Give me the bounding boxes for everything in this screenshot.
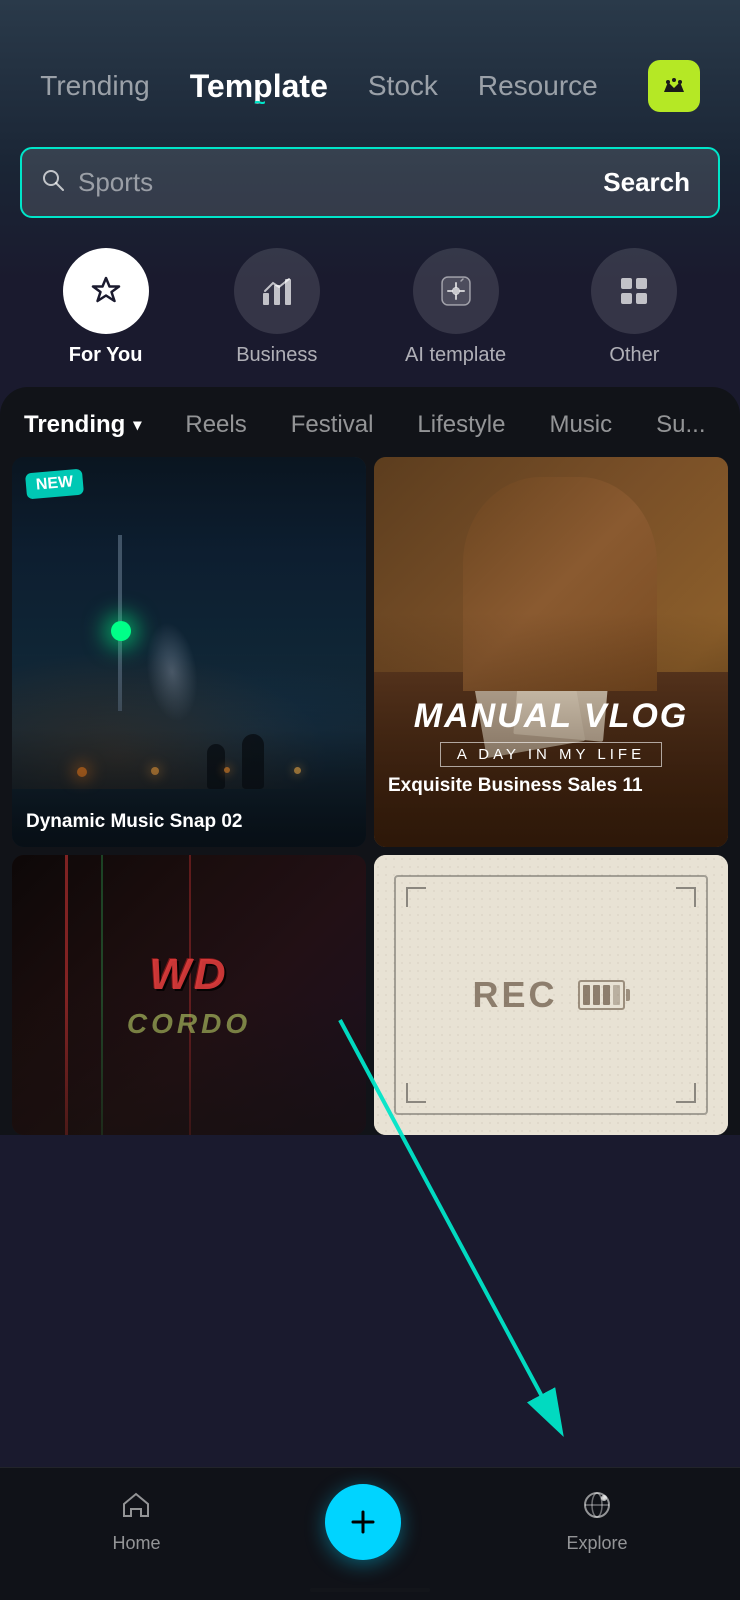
category-other[interactable]: Other <box>591 248 677 367</box>
category-ai-template[interactable]: AI template <box>405 248 506 367</box>
crown-icon[interactable] <box>648 60 700 112</box>
rec-frame: REC <box>394 875 708 1115</box>
battery-bar-1 <box>583 985 590 1005</box>
battery-bar-3 <box>603 985 610 1005</box>
category-business[interactable]: Business <box>234 248 320 367</box>
vlog-text-overlay: MANUAL VLOG A DAY IN MY LIFE <box>374 697 728 767</box>
corner-tr <box>676 887 696 907</box>
sub-nav-trending[interactable]: Trending ▾ <box>24 411 163 439</box>
nav-item-trending[interactable]: Trending <box>40 70 149 102</box>
vlog-sub-title: A DAY IN MY LIFE <box>440 742 662 767</box>
top-navigation: Trending Template Stock Resource <box>0 0 740 132</box>
graffiti-text-top: WD <box>149 950 228 1000</box>
template-title-vlog: Exquisite Business Sales 11 <box>388 775 714 797</box>
sub-nav-more[interactable]: Su... <box>634 411 727 439</box>
nav-item-resource[interactable]: Resource <box>478 70 598 102</box>
search-input[interactable] <box>78 149 575 216</box>
home-label: Home <box>112 1533 160 1554</box>
vlog-main-title: MANUAL VLOG <box>374 697 728 736</box>
category-for-you[interactable]: For You <box>63 248 149 367</box>
corner-bl <box>406 1083 426 1103</box>
sub-navigation: Trending ▾ Reels Festival Lifestyle Musi… <box>0 387 740 457</box>
template-card-rec[interactable]: REC <box>374 855 728 1135</box>
template-title-city: Dynamic Music Snap 02 <box>26 811 352 833</box>
battery-bar-2 <box>593 985 600 1005</box>
sub-nav-lifestyle[interactable]: Lifestyle <box>395 411 527 439</box>
search-bar[interactable]: Search <box>20 147 720 218</box>
ai-template-label: AI template <box>405 344 506 367</box>
nav-item-stock[interactable]: Stock <box>368 70 438 102</box>
home-button[interactable]: Home <box>112 1490 160 1554</box>
nav-item-template[interactable]: Template <box>190 68 328 105</box>
explore-icon <box>582 1490 612 1527</box>
category-bar: For You Business AI template <box>0 238 740 387</box>
for-you-label: For You <box>69 344 143 367</box>
explore-label: Explore <box>566 1533 627 1554</box>
other-label: Other <box>609 344 659 367</box>
bottom-navigation: Home Explore <box>0 1467 740 1600</box>
battery-tip <box>626 989 630 1001</box>
template-card-city[interactable]: NEW Dynamic Music Snap 02 <box>12 457 366 847</box>
template-card-vlog[interactable]: MANUAL VLOG A DAY IN MY LIFE Exquisite B… <box>374 457 728 847</box>
template-grid: NEW Dynamic Music Snap 02 MANUAL VLOG A … <box>0 457 740 1135</box>
sub-nav-music[interactable]: Music <box>527 411 634 439</box>
battery-bar-4 <box>613 985 620 1005</box>
business-label: Business <box>236 344 317 367</box>
card-gradient-overlay <box>12 457 366 847</box>
dropdown-arrow-icon: ▾ <box>133 415 141 435</box>
sub-nav-reels[interactable]: Reels <box>163 411 268 439</box>
search-button[interactable]: Search <box>575 149 718 216</box>
search-icon <box>22 151 78 215</box>
rec-inner: REC <box>472 974 629 1016</box>
sub-nav-festival[interactable]: Festival <box>269 411 396 439</box>
corner-tl <box>406 887 426 907</box>
new-badge: NEW <box>25 469 84 500</box>
create-button[interactable] <box>325 1484 401 1560</box>
ai-template-icon <box>413 248 499 334</box>
other-icon <box>591 248 677 334</box>
business-icon <box>234 248 320 334</box>
corner-br <box>676 1083 696 1103</box>
content-panel: Trending ▾ Reels Festival Lifestyle Musi… <box>0 387 740 1135</box>
template-card-graffiti[interactable]: WD CORDO <box>12 855 366 1135</box>
explore-button[interactable]: Explore <box>566 1490 627 1554</box>
graffiti-bottom-fade <box>12 995 366 1135</box>
battery-body <box>578 980 625 1010</box>
battery-icon <box>578 980 630 1010</box>
home-icon <box>121 1490 151 1527</box>
rec-text: REC <box>472 974 557 1016</box>
for-you-icon <box>63 248 149 334</box>
